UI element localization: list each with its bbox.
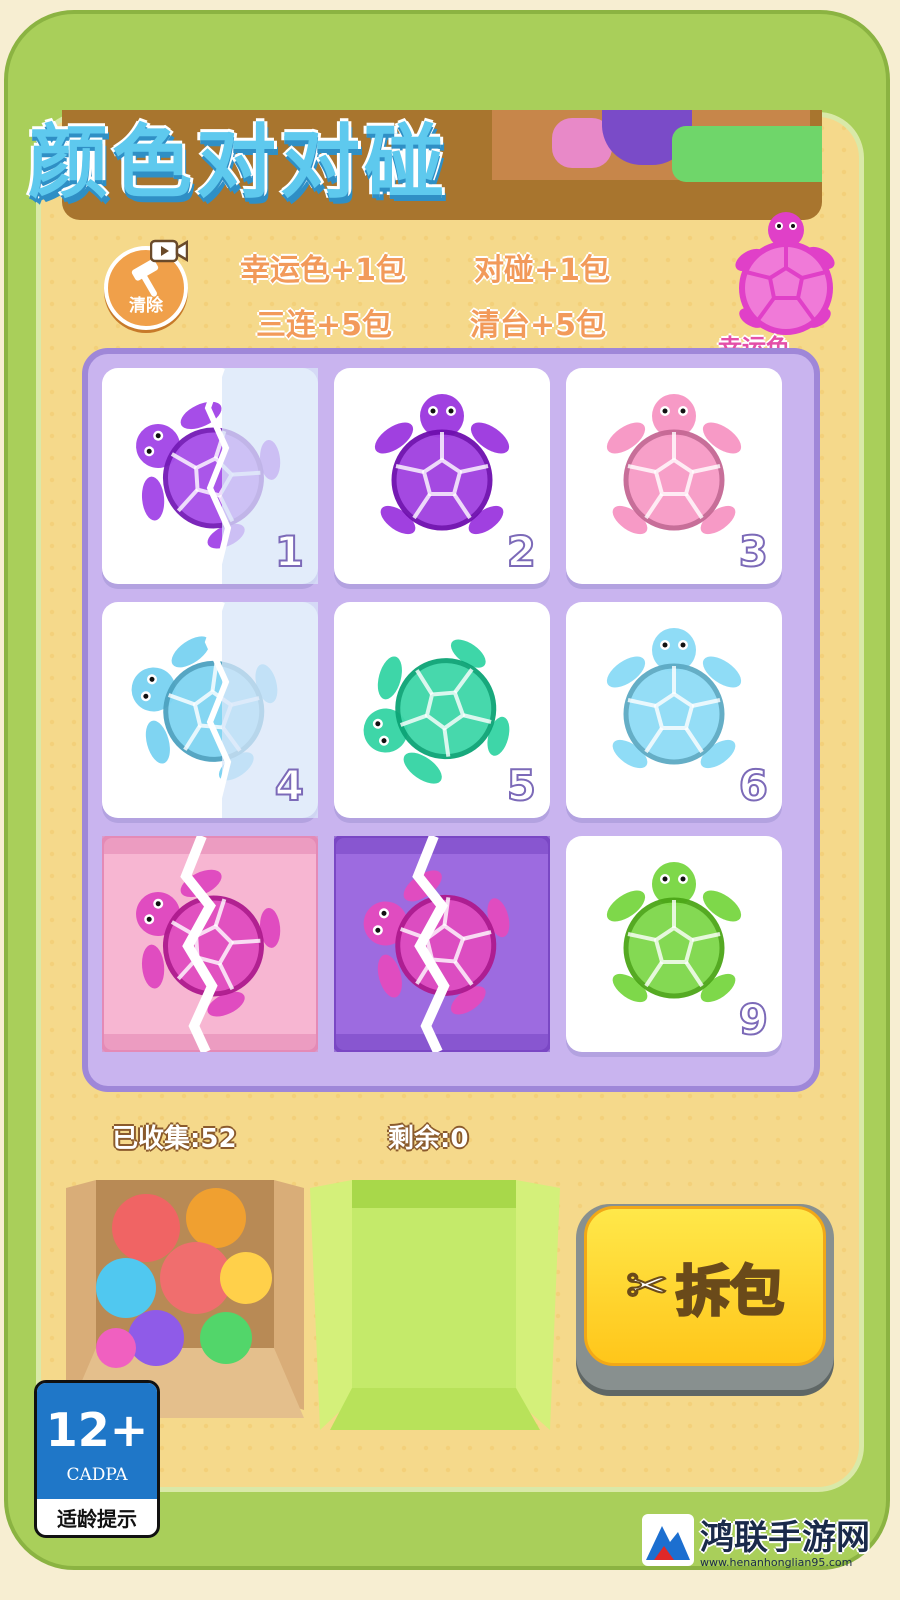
candy-cell[interactable] (102, 836, 318, 1052)
video-ad-icon (150, 239, 188, 263)
candy-cell[interactable]: 3 (566, 368, 782, 584)
candy-cell[interactable]: 6 (566, 602, 782, 818)
cell-number: 1 (274, 526, 305, 577)
candy-cell[interactable]: 4 (102, 602, 318, 818)
age-rating-number: 12+ (45, 1403, 149, 1457)
scissors-icon: ✂ (625, 1256, 669, 1316)
unpack-button[interactable]: ✂ 拆包 (576, 1204, 834, 1390)
age-rating-badge: 12+ CADPA 适龄提示 (34, 1380, 160, 1538)
cell-number: 5 (506, 760, 537, 811)
candy-cell[interactable]: 5 (334, 602, 550, 818)
rule-lucky-color: 幸运色+1包 (240, 253, 407, 288)
rule-three-in-row: 三连+5包 (256, 308, 393, 343)
cell-number: 6 (738, 760, 769, 811)
candy-cell[interactable]: 2 (334, 368, 550, 584)
hammer-icon (128, 259, 172, 306)
candy-cell[interactable] (334, 836, 550, 1052)
candy-turtle-icon (102, 836, 318, 1052)
watermark-logo-icon (642, 1514, 694, 1566)
watermark: 鸿联手游网 www.henanhonglian95.com (640, 1498, 900, 1600)
unpack-button-face: ✂ 拆包 (584, 1206, 826, 1366)
candy-cell[interactable]: 9 (566, 836, 782, 1052)
watermark-brand: 鸿联手游网 (700, 1518, 870, 1558)
candy-turtle-icon (334, 836, 550, 1052)
cell-number: 4 (274, 760, 305, 811)
tray-item (672, 126, 822, 182)
rule-match-pair: 对碰+1包 (474, 253, 611, 288)
remaining-box (310, 1180, 560, 1430)
age-rating-org: CADPA (66, 1465, 128, 1485)
unpack-button-label: 拆包 (674, 1258, 785, 1324)
game-title: 颜色对对碰 (28, 116, 448, 209)
cell-number: 3 (738, 526, 769, 577)
cell-number: 2 (506, 526, 537, 577)
watermark-site: www.henanhonglian95.com (700, 1556, 853, 1569)
rule-clear-board: 清台+5包 (470, 308, 607, 343)
candy-cell[interactable]: 1 (102, 368, 318, 584)
age-rating-caption: 适龄提示 (57, 1507, 137, 1531)
cell-number: 9 (738, 994, 769, 1045)
